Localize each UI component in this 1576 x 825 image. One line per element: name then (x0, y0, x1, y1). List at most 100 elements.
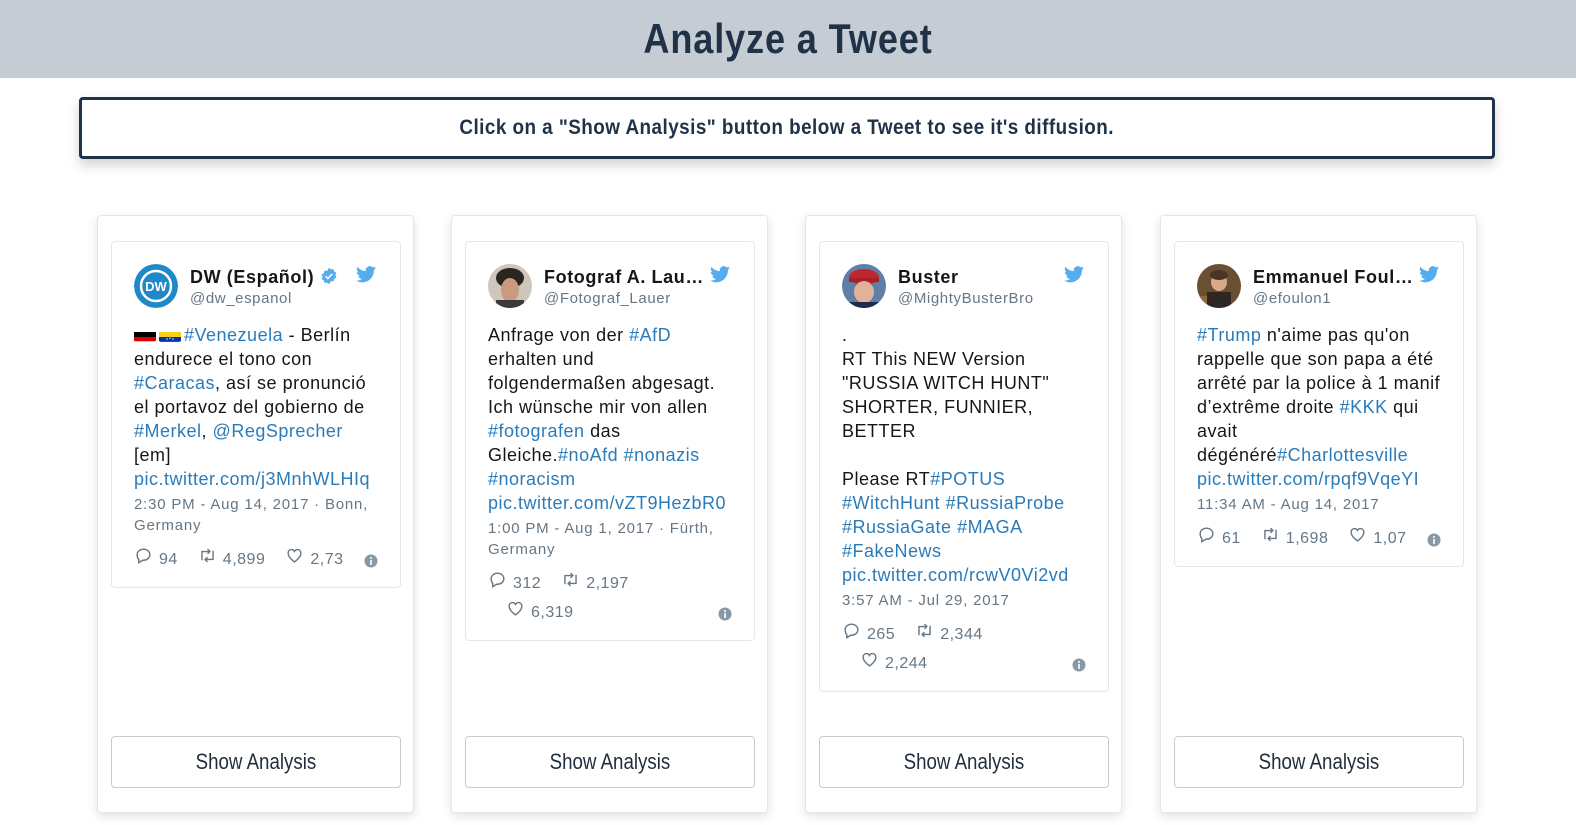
show-analysis-label: Show Analysis (195, 749, 317, 774)
tweet-link[interactable]: #Venezuela (184, 325, 283, 345)
like-action[interactable]: 2,73 (285, 546, 343, 573)
retweet-action[interactable]: 2,197 (561, 570, 629, 597)
info-icon[interactable] (364, 554, 378, 568)
reply-action[interactable]: 61 (1197, 525, 1241, 552)
tweet-link[interactable]: #noracism (488, 469, 576, 489)
retweet-action[interactable]: 2,344 (915, 621, 983, 648)
reply-count: 94 (159, 550, 178, 568)
reply-icon (134, 546, 153, 573)
tweet-header: Fotograf A. Lau… @Fotograf_Lauer (466, 242, 754, 308)
tweet-link[interactable]: #Charlottesville (1277, 445, 1408, 465)
retweet-icon (198, 546, 217, 573)
tweet-link[interactable]: #Trump (1197, 325, 1261, 345)
tweet-actions: 265 2,344 2,244 (842, 621, 1086, 677)
tweet-timestamp[interactable]: 11:34 AM - Aug 14, 2017 (1197, 494, 1441, 515)
tweet-link[interactable]: #fotografen (488, 421, 585, 441)
tweet-link[interactable]: #RussiaGate (842, 517, 952, 537)
avatar[interactable] (842, 264, 886, 308)
tweet-timestamp[interactable]: 1:00 PM - Aug 1, 2017 · Fürth, Germany (488, 518, 732, 560)
tweet-body: #Venezuela - Berlín endurece el tono con… (134, 323, 378, 491)
show-analysis-label: Show Analysis (903, 749, 1025, 774)
tweet-link[interactable]: #Merkel (134, 421, 202, 441)
tweet-header: DW DW (Español) @dw_espanol (112, 242, 400, 308)
reply-action[interactable]: 312 (488, 570, 541, 597)
retweet-action[interactable]: 4,899 (198, 546, 266, 573)
tweet-timestamp[interactable]: 3:57 AM - Jul 29, 2017 (842, 590, 1086, 611)
reply-count: 265 (867, 625, 896, 643)
twitter-bird-icon[interactable] (1419, 266, 1439, 283)
embedded-tweet[interactable]: DW DW (Español) @dw_espanol #Venezuela -… (111, 241, 401, 588)
tweet-header: Buster @MightyBusterBro (820, 242, 1108, 308)
tweet-link[interactable]: pic.twitter.com/j3MnhWLHIq (134, 469, 370, 489)
germany-flag-icon (134, 328, 156, 342)
info-icon[interactable] (1427, 533, 1441, 547)
tweet-link[interactable]: pic.twitter.com/rpqf9VqeYI (1197, 469, 1419, 489)
like-count: 6,319 (531, 603, 574, 621)
retweet-count: 4,899 (222, 550, 266, 568)
tweet-card: Fotograf A. Lau… @Fotograf_Lauer Anfrage… (451, 215, 768, 813)
avatar[interactable] (488, 264, 532, 308)
tweet-text (576, 469, 582, 489)
reply-action[interactable]: 94 (134, 546, 178, 573)
retweet-count: 2,344 (940, 625, 983, 643)
tweet-timestamp[interactable]: 2:30 PM - Aug 14, 2017 · Bonn, Germany (134, 494, 378, 536)
author-name[interactable]: Buster (898, 267, 959, 288)
author-handle[interactable]: @dw_espanol (190, 290, 292, 307)
tweet-text (1005, 469, 1011, 489)
show-analysis-button[interactable]: Show Analysis (1174, 736, 1464, 788)
twitter-bird-icon[interactable] (710, 266, 730, 283)
tweet-link[interactable]: #Caracas (134, 373, 215, 393)
retweet-action[interactable]: 1,698 (1261, 525, 1329, 552)
show-analysis-button[interactable]: Show Analysis (465, 736, 755, 788)
tweet-actions: 61 1,698 1,07 (1197, 525, 1441, 552)
like-action[interactable]: 1,07 (1348, 525, 1406, 552)
tweet-link[interactable]: #RussiaProbe (946, 493, 1065, 513)
like-action[interactable]: 2,244 (860, 650, 928, 677)
instruction-text: Click on a "Show Analysis" button below … (459, 116, 1115, 139)
page-header: Analyze a Tweet (0, 0, 1576, 78)
tweet-link[interactable]: #AfD (629, 325, 671, 345)
tweet-link[interactable]: @RegSprecher (213, 421, 343, 441)
tweet-link[interactable]: #noAfd (558, 445, 618, 465)
tweet-link[interactable]: #FakeNews (842, 541, 942, 561)
info-icon[interactable] (1072, 658, 1086, 672)
author-handle[interactable]: @MightyBusterBro (898, 290, 1034, 307)
tweet-text: Anfrage von der (488, 325, 630, 345)
avatar[interactable] (1197, 264, 1241, 308)
tweet-body: . RT This NEW Version "RUSSIA WITCH HUNT… (842, 323, 1086, 587)
reply-action[interactable]: 265 (842, 621, 895, 648)
like-count: 1,07 (1373, 529, 1407, 547)
author-name[interactable]: Emmanuel Foul… (1253, 267, 1413, 288)
tweet-link[interactable]: #MAGA (957, 517, 1022, 537)
tweet-link[interactable]: #nonazis (624, 445, 700, 465)
twitter-bird-icon[interactable] (1064, 266, 1084, 283)
avatar[interactable]: DW (134, 264, 178, 308)
tweet-card: Emmanuel Foul… @efoulon1 #Trump n'aime p… (1160, 215, 1477, 813)
author-handle[interactable]: @Fotograf_Lauer (544, 290, 671, 307)
show-analysis-button[interactable]: Show Analysis (819, 736, 1109, 788)
show-analysis-button[interactable]: Show Analysis (111, 736, 401, 788)
info-icon[interactable] (718, 607, 732, 621)
tweet-text: , (201, 421, 213, 441)
tweet-link[interactable]: #KKK (1340, 397, 1388, 417)
retweet-icon (1261, 525, 1280, 552)
author-name[interactable]: Fotograf A. Lau… (544, 267, 704, 288)
tweet-actions: 312 2,197 6,319 (488, 570, 732, 626)
tweet-link[interactable]: #POTUS (930, 469, 1005, 489)
tweet-link[interactable]: pic.twitter.com/vZT9HezbR0 (488, 493, 726, 513)
like-action[interactable]: 6,319 (506, 599, 574, 626)
embedded-tweet[interactable]: Fotograf A. Lau… @Fotograf_Lauer Anfrage… (465, 241, 755, 641)
author-name[interactable]: DW (Español) (190, 267, 338, 288)
embedded-tweet[interactable]: Emmanuel Foul… @efoulon1 #Trump n'aime p… (1174, 241, 1464, 567)
tweet-text (942, 541, 948, 561)
tweet-body: Anfrage von der #AfD erhalten und folgen… (488, 323, 732, 515)
show-analysis-label: Show Analysis (549, 749, 671, 774)
reply-icon (488, 570, 507, 597)
tweet-link[interactable]: #WitchHunt (842, 493, 940, 513)
tweet-card: Buster @MightyBusterBro . RT This NEW Ve… (805, 215, 1122, 813)
twitter-bird-icon[interactable] (356, 266, 376, 283)
author-handle[interactable]: @efoulon1 (1253, 290, 1331, 307)
tweet-link[interactable]: pic.twitter.com/rcwV0Vi2vd (842, 565, 1069, 585)
embedded-tweet[interactable]: Buster @MightyBusterBro . RT This NEW Ve… (819, 241, 1109, 692)
tweet-actions: 94 4,899 2,73 (134, 546, 378, 573)
